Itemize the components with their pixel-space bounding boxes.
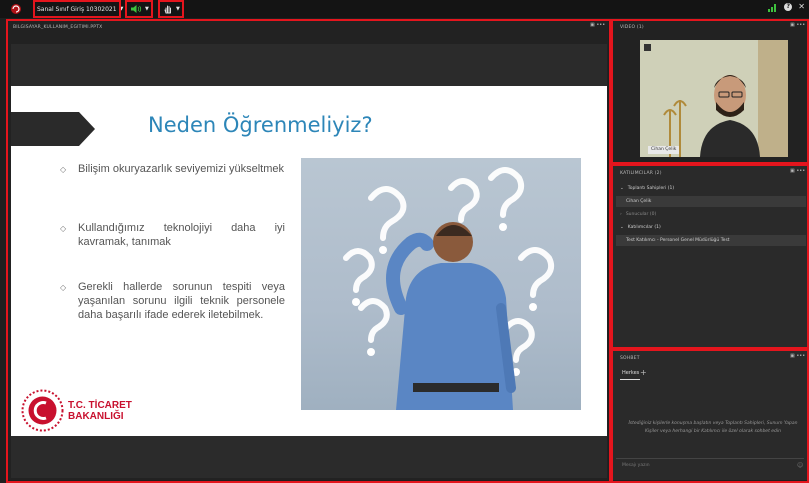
topbar-right-controls: ? ✕ [768,3,805,12]
signal-icon [768,4,777,12]
help-icon[interactable]: ? [784,3,793,11]
highlight-audio [125,0,153,18]
highlight-video-pod [611,19,809,164]
app-logo-icon [11,4,21,14]
highlight-share-pod [6,19,611,483]
highlight-attendees-pod [611,164,809,349]
close-icon[interactable]: ✕ [798,3,805,12]
highlight-chat-pod [611,349,809,483]
highlight-hand [158,0,184,18]
highlight-meeting-menu [33,0,121,18]
